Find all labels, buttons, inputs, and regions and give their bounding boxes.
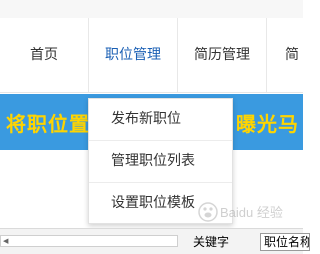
keyword-label: 关键字 bbox=[193, 235, 230, 249]
nav-item-home[interactable]: 首页 bbox=[8, 18, 80, 92]
horizontal-scrollbar[interactable]: ◀ bbox=[0, 235, 178, 247]
nav-item-resume-management[interactable]: 简历管理 bbox=[178, 18, 266, 92]
nav-item-job-management[interactable]: 职位管理 bbox=[89, 18, 177, 92]
banner-left-text: 将职位置 bbox=[6, 112, 90, 136]
banner-right-text: 曝光马 bbox=[236, 112, 299, 136]
menu-item-manage-job-list[interactable]: 管理职位列表 bbox=[89, 141, 232, 182]
job-management-dropdown: 发布新职位 管理职位列表 设置职位模板 bbox=[88, 98, 233, 224]
top-band bbox=[0, 0, 303, 18]
nav-item-truncated[interactable]: 简 bbox=[267, 18, 317, 92]
main-nav: 首页 职位管理 简历管理 简 bbox=[0, 18, 303, 93]
menu-item-post-new-job[interactable]: 发布新职位 bbox=[89, 99, 232, 140]
search-bar: ◀ 关键字 职位名称 bbox=[0, 228, 310, 254]
menu-item-job-templates[interactable]: 设置职位模板 bbox=[89, 183, 232, 224]
search-field-select[interactable]: 职位名称 bbox=[260, 233, 310, 251]
scroll-left-arrow-icon[interactable]: ◀ bbox=[3, 237, 8, 246]
